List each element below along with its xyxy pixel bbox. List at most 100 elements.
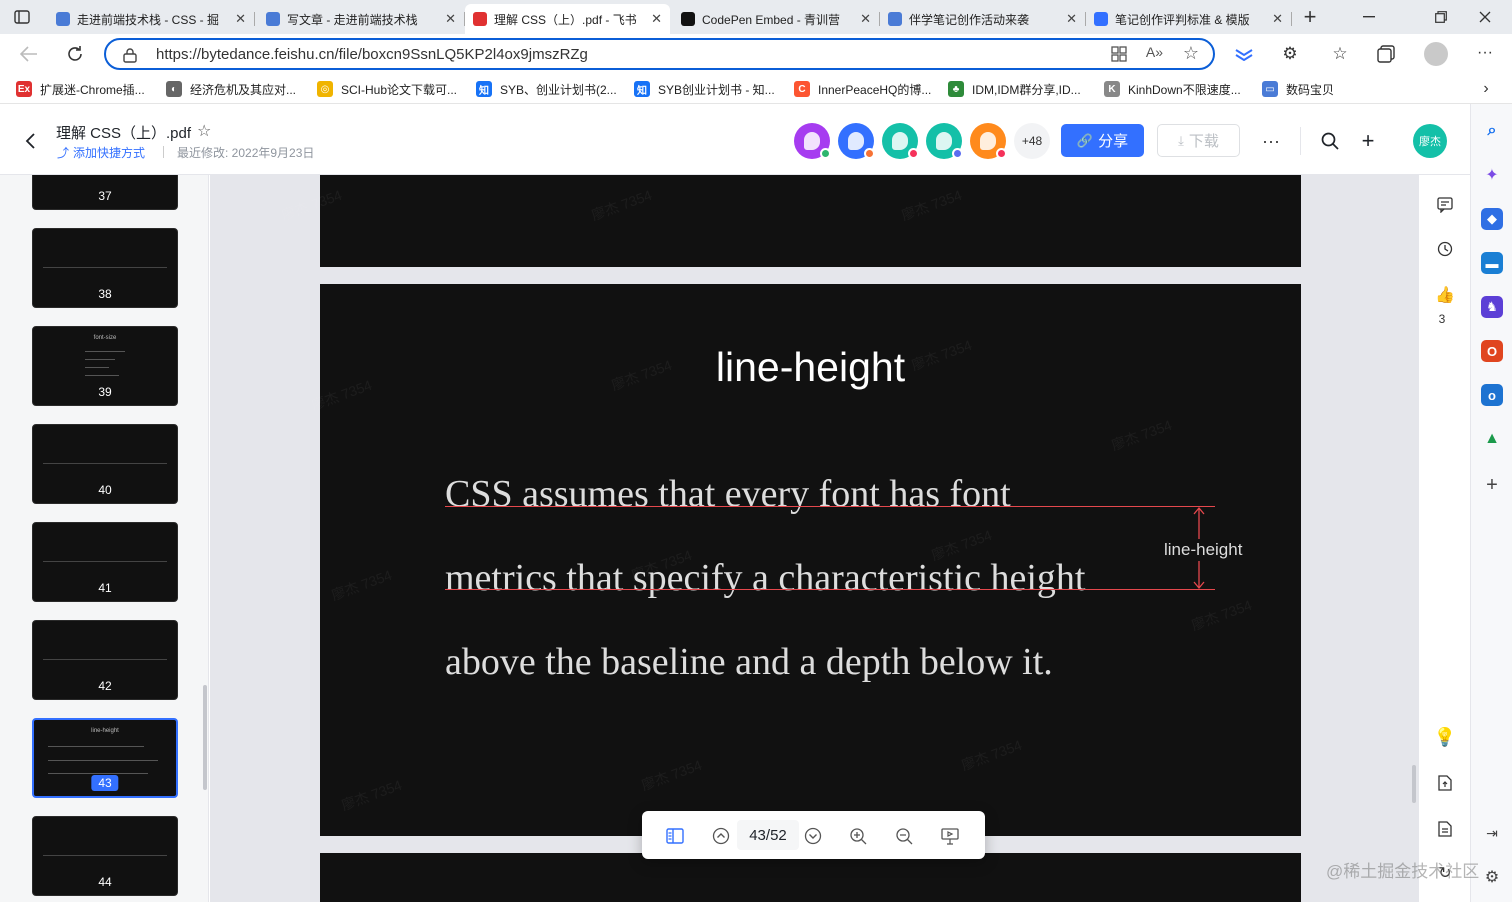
- present-icon[interactable]: [939, 825, 961, 847]
- page-thumbnail[interactable]: line-height 43: [32, 718, 178, 798]
- bookmark-item[interactable]: 知 SYB、创业计划书(2...: [476, 79, 617, 99]
- thumb-title: line-height: [91, 728, 119, 734]
- read-aloud-icon[interactable]: A»: [1146, 44, 1163, 60]
- next-page-icon[interactable]: [802, 825, 824, 847]
- page-thumbnail[interactable]: 40: [32, 424, 178, 504]
- back-arrow-icon[interactable]: [20, 131, 40, 151]
- tab-close-icon[interactable]: ✕: [235, 11, 246, 27]
- download-button[interactable]: ⤓ 下载: [1157, 124, 1240, 157]
- restore-button[interactable]: [1430, 6, 1452, 28]
- tools-icon[interactable]: ▬: [1481, 252, 1503, 274]
- back-icon[interactable]: [18, 43, 40, 65]
- browser-tab-bar: 走进前端技术栈 - CSS - 掘 ✕ 写文章 - 走进前端技术栈 ✕ 理解 CSS（上…: [0, 0, 1512, 34]
- discover-icon[interactable]: ✦: [1481, 164, 1503, 186]
- collaborator-avatar[interactable]: [794, 123, 831, 159]
- current-slide: line-height CSS assumes that every font …: [320, 284, 1301, 836]
- page-indicator[interactable]: 43/52: [737, 820, 799, 850]
- tab-close-icon[interactable]: ✕: [1066, 11, 1077, 27]
- tab-5[interactable]: 伴学笔记创作活动来袭 ✕: [880, 4, 1086, 34]
- share-button[interactable]: 🔗 分享: [1061, 124, 1144, 157]
- favorites-icon[interactable]: ☆: [1330, 44, 1350, 64]
- favorite-add-icon[interactable]: ☆: [1183, 43, 1199, 64]
- bookmarks-overflow-icon[interactable]: ›: [1478, 80, 1494, 98]
- add-shortcut-link[interactable]: ⤴ 添加快捷方式: [57, 144, 145, 161]
- tab-1[interactable]: 走进前端技术栈 - CSS - 掘 ✕: [48, 4, 255, 34]
- settings-icon[interactable]: ⚙: [1481, 866, 1503, 888]
- user-avatar[interactable]: 廖杰: [1413, 124, 1447, 158]
- tab-favicon-icon: [266, 12, 280, 26]
- collaborator-avatar[interactable]: [926, 123, 963, 159]
- tab-close-icon[interactable]: ✕: [651, 11, 662, 27]
- tab-separator: [1291, 12, 1292, 26]
- close-window-button[interactable]: [1474, 6, 1496, 28]
- tab-6[interactable]: 笔记创作评判标准 & 模版 ✕: [1086, 4, 1292, 34]
- collaborator-avatar[interactable]: [970, 123, 1007, 159]
- history-icon[interactable]: [1433, 237, 1457, 261]
- tab-2[interactable]: 写文章 - 走进前端技术栈 ✕: [258, 4, 465, 34]
- bookmark-item[interactable]: ▭ 数码宝贝: [1262, 79, 1334, 99]
- bookmark-item[interactable]: ♣ IDM,IDM群分享,ID...: [948, 79, 1081, 99]
- prev-page-icon[interactable]: [710, 825, 732, 847]
- page-thumbnail[interactable]: 37: [32, 175, 178, 210]
- page-thumbnail[interactable]: 38: [32, 228, 178, 308]
- bookmark-item[interactable]: K KinhDown不限速度...: [1104, 79, 1241, 99]
- thumb-text-line: [43, 561, 167, 562]
- minimize-button[interactable]: [1358, 6, 1380, 28]
- bookmark-item[interactable]: ◎ SCI-Hub论文下载可...: [317, 79, 457, 99]
- new-tab-button[interactable]: +: [1299, 4, 1321, 29]
- tab-3[interactable]: 理解 CSS（上）.pdf - 飞书 ✕: [465, 4, 670, 34]
- shopping-icon[interactable]: ◆: [1481, 208, 1503, 230]
- tab-4[interactable]: CodePen Embed - 青训营 ✕: [673, 4, 880, 34]
- sidebar-layout-icon[interactable]: ⇥: [1481, 822, 1503, 844]
- create-icon[interactable]: +: [1356, 128, 1380, 153]
- bookmark-item[interactable]: Ex 扩展迷-Chrome插...: [16, 79, 145, 99]
- collaborator-avatar[interactable]: [882, 123, 919, 159]
- comment-icon[interactable]: [1433, 193, 1457, 217]
- address-input[interactable]: https://bytedance.feishu.cn/file/boxcn9S…: [104, 38, 1215, 70]
- bookmark-item[interactable]: C InnerPeaceHQ的博...: [794, 79, 931, 99]
- bing-search-icon[interactable]: ⌕: [1481, 120, 1503, 142]
- more-options-icon[interactable]: ···: [1258, 129, 1284, 153]
- zoom-out-icon[interactable]: [893, 825, 915, 847]
- star-icon[interactable]: ☆: [197, 121, 211, 141]
- thumb-text-line: [43, 855, 167, 856]
- page-thumbnail[interactable]: 42: [32, 620, 178, 700]
- tab-actions-icon[interactable]: [12, 8, 32, 26]
- page-thumbnail[interactable]: font-size 39: [32, 326, 178, 406]
- collaborator-avatar[interactable]: [838, 123, 875, 159]
- tips-bulb-icon[interactable]: 💡: [1433, 725, 1457, 749]
- lock-icon[interactable]: [123, 47, 137, 63]
- tab-close-icon[interactable]: ✕: [445, 11, 456, 27]
- office-icon[interactable]: O: [1481, 340, 1503, 362]
- document-icon[interactable]: [1433, 817, 1457, 841]
- tab-close-icon[interactable]: ✕: [860, 11, 871, 27]
- viewer-scrollbar[interactable]: [1412, 765, 1416, 803]
- extensions-icon[interactable]: ⚙: [1280, 44, 1300, 64]
- bookmark-item[interactable]: ◐ 经济危机及其应对...: [166, 79, 296, 99]
- app-available-icon[interactable]: [1111, 46, 1127, 62]
- thumbnail-toggle-icon[interactable]: [664, 825, 686, 847]
- search-icon[interactable]: [1318, 129, 1342, 153]
- like-icon[interactable]: 👍: [1433, 283, 1457, 307]
- page-thumbnail[interactable]: 44: [32, 816, 178, 896]
- refresh-icon[interactable]: [64, 43, 86, 65]
- slide-title: line-height: [715, 344, 906, 390]
- thumb-page-number: 38: [98, 287, 112, 301]
- more-collaborators[interactable]: +48: [1014, 123, 1050, 159]
- games-icon[interactable]: ♞: [1481, 296, 1503, 318]
- add-sidebar-icon[interactable]: +: [1481, 474, 1503, 496]
- outlook-icon[interactable]: o: [1481, 384, 1503, 406]
- feishu-ext-icon[interactable]: [1234, 44, 1254, 64]
- more-menu-icon[interactable]: ···: [1474, 42, 1496, 64]
- collections-icon[interactable]: [1376, 44, 1396, 64]
- zoom-in-icon[interactable]: [847, 825, 869, 847]
- profile-avatar[interactable]: [1424, 42, 1448, 66]
- tree-icon[interactable]: ▲: [1481, 428, 1503, 450]
- bookmark-item[interactable]: 知 SYB创业计划书 - 知...: [634, 79, 775, 99]
- page-thumbnail[interactable]: 41: [32, 522, 178, 602]
- thumb-text-line: [48, 773, 148, 774]
- file-upload-icon[interactable]: [1433, 771, 1457, 795]
- tab-close-icon[interactable]: ✕: [1272, 11, 1283, 27]
- thumb-page-number: 43: [91, 775, 119, 791]
- thumb-scrollbar[interactable]: [203, 685, 207, 790]
